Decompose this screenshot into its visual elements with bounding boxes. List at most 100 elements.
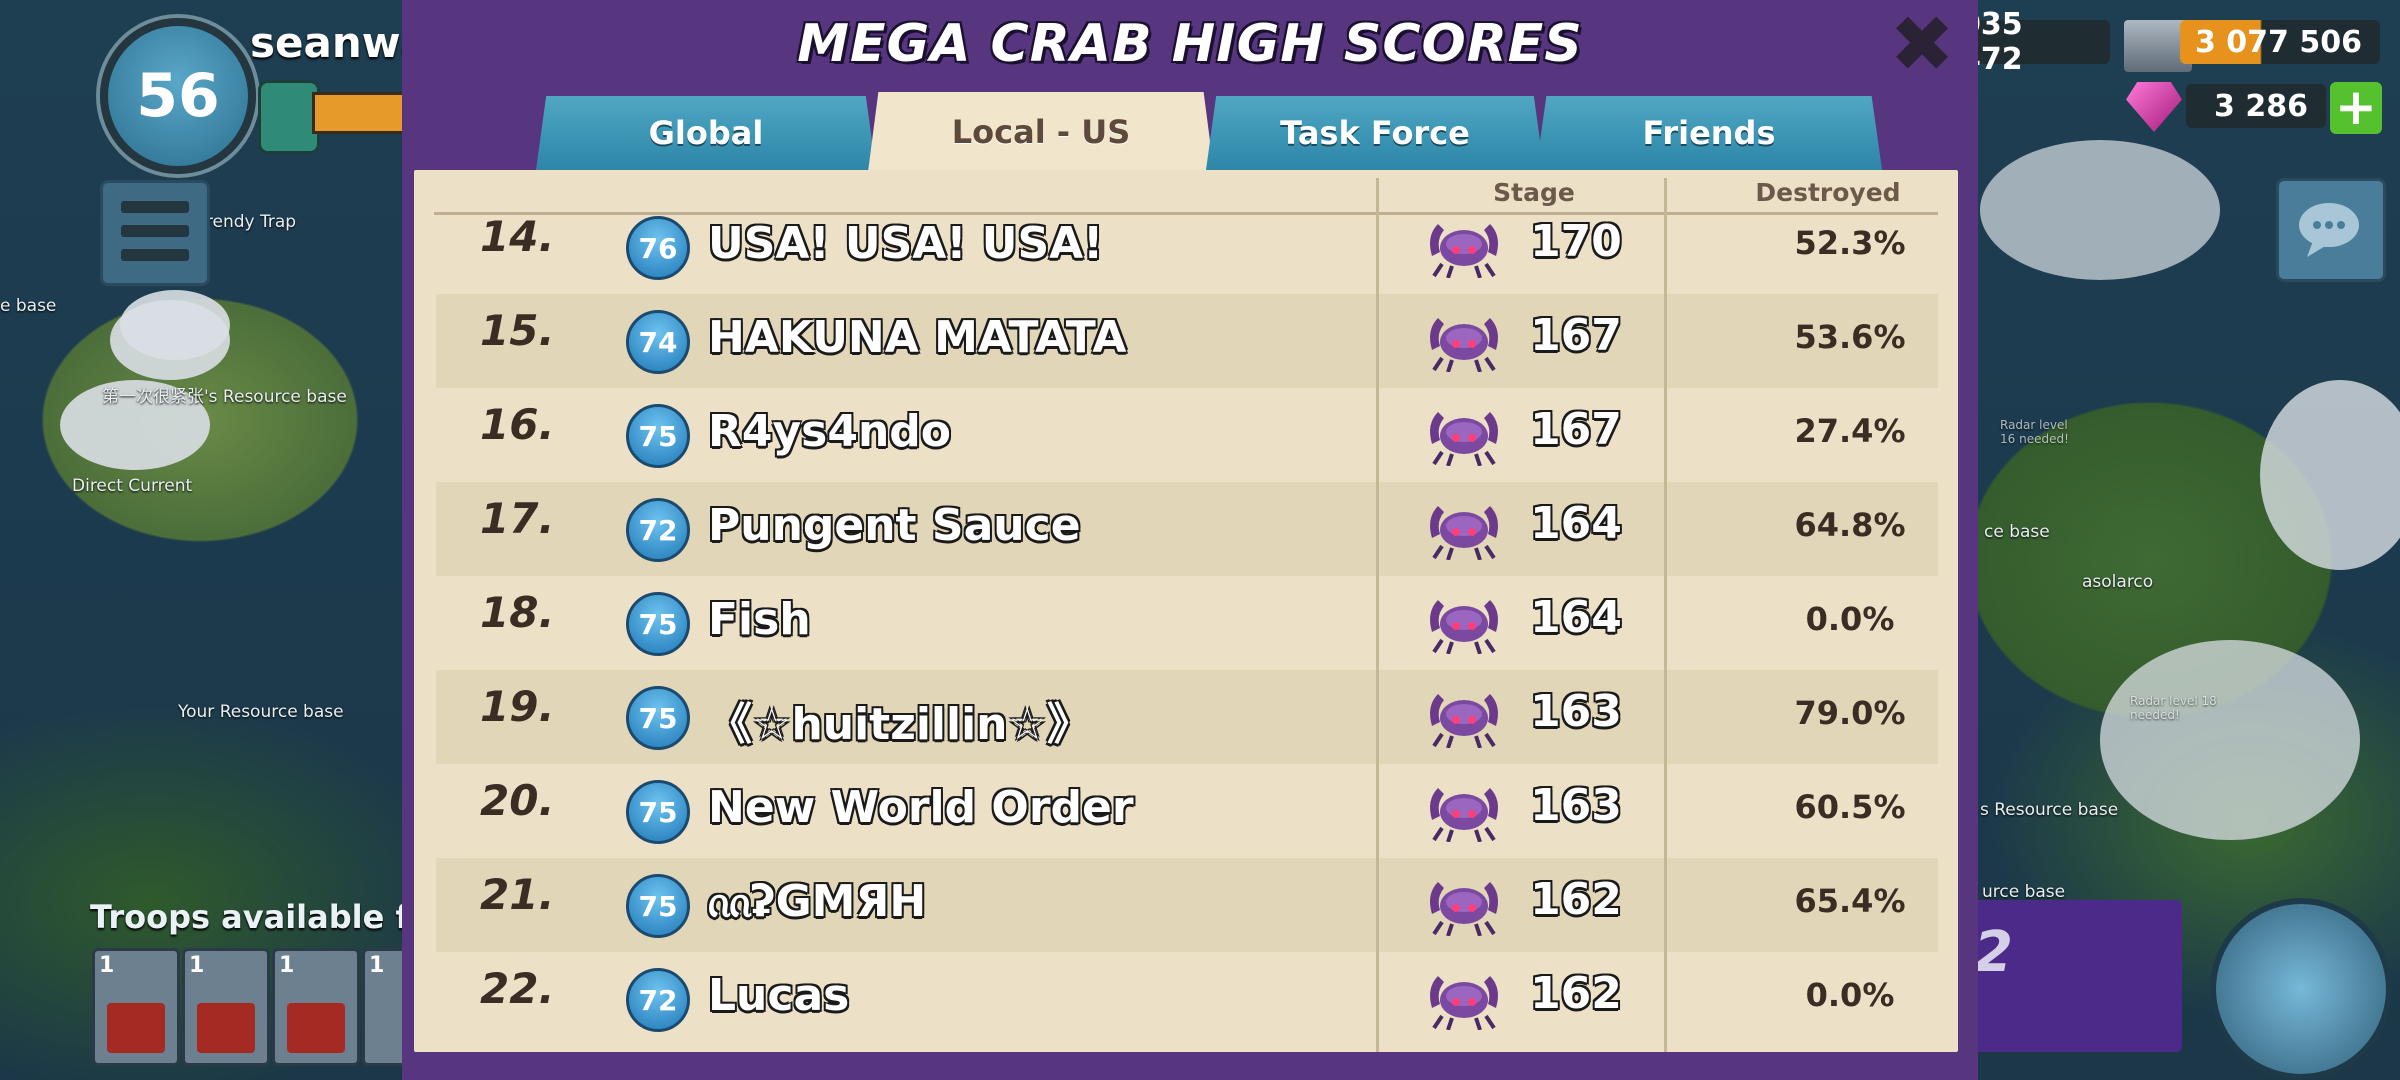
chat-bubble-icon [2299,203,2359,257]
rank-number: 22. [480,964,555,1013]
leaderboard-row[interactable]: 14. 76 USA! USA! USA! 170 52.3% [436,200,1938,294]
troop-card[interactable]: 1 [182,948,270,1066]
modal-title: MEGA CRAB HIGH SCORES [797,14,1583,74]
stage-value: 164 [1530,592,1622,643]
rank-number: 15. [480,306,555,355]
player-level-badge: 75 [626,686,690,750]
map-base-label[interactable]: asolarco [2082,572,2153,592]
troop-count: 1 [189,953,205,978]
destroyed-percent: 27.4% [1794,412,1906,450]
high-scores-modal: MEGA CRAB HIGH SCORES ✖ Global Local - U… [402,0,1978,1080]
mega-crab-icon [1430,976,1498,1030]
troop-count: 1 [369,953,385,978]
leaderboard-row[interactable]: 22. 72 Lucas 162 0.0% [436,952,1938,1046]
hamburger-line [121,225,189,237]
column-divider [1376,178,1379,1052]
player-name: HAKUNA MATATA [708,312,1127,363]
mega-crab-icon [1430,318,1498,372]
player-name: Fish [708,594,811,645]
map-base-label[interactable]: urce base [1982,882,2065,902]
stage-value: 167 [1530,310,1622,361]
leaderboard-row[interactable]: 21. 75 ᦶʡGMЯH 162 65.4% [436,858,1938,952]
map-base-label[interactable]: Your Resource base [178,702,344,722]
leaderboard-row[interactable]: 20. 75 New World Order 163 60.5% [436,764,1938,858]
stage-value: 164 [1530,498,1622,549]
troop-count: 1 [279,953,295,978]
cloud [120,290,230,360]
menu-button[interactable] [100,180,210,286]
rank-number: 18. [480,588,555,637]
side-panel[interactable]: 2 [1966,900,2182,1052]
player-level-badge: 75 [626,780,690,844]
mega-crab-icon [1430,788,1498,842]
player-level-badge: 75 [626,404,690,468]
diamond-resource-bar: 3 286 [2186,84,2326,128]
map-base-label[interactable]: ce base [1984,522,2050,542]
chat-button[interactable] [2276,178,2386,282]
gold-amount: 035 472 [1960,7,2023,77]
leaderboard-list[interactable]: 14. 76 USA! USA! USA! 170 52.3% 15. 74 H… [436,200,1938,1046]
tank-icon [287,1003,345,1053]
tab-friends[interactable]: Friends [1536,96,1882,170]
cloud [2100,640,2360,840]
wood-amount: 3 077 506 [2194,24,2362,60]
map-base-label[interactable]: 第一次很紧张's Resource base [102,382,347,407]
stage-value: 170 [1530,216,1622,267]
buy-diamonds-button[interactable]: + [2330,82,2382,134]
xp-bar [312,92,408,134]
map-base-label[interactable]: Trendy Trap [198,212,296,232]
column-divider [1664,178,1667,1052]
player-name: 《☆huitzillin☆》 [708,699,1091,750]
troops-available-label: Troops available fo [90,898,432,936]
troop-count: 1 [99,953,115,978]
rank-number: 17. [480,494,555,543]
leaderboard-row[interactable]: 15. 74 HAKUNA MATATA 167 53.6% [436,294,1938,388]
cloud [2260,380,2400,570]
tank-icon [107,1003,165,1053]
destroyed-percent: 60.5% [1794,788,1906,826]
rank-number: 21. [480,870,555,919]
tab-task-force[interactable]: Task Force [1206,96,1544,170]
player-name: Pungent Sauce [708,500,1081,551]
destroyed-percent: 0.0% [1805,976,1895,1014]
stage-value: 162 [1530,874,1622,925]
rank-number: 19. [480,682,555,731]
stage-value: 163 [1530,780,1622,831]
close-icon[interactable]: ✖ [1882,6,1962,84]
player-name: R4ys4ndo [708,406,952,457]
rank-chevron-icon[interactable] [258,80,320,154]
wood-resource-bar: 3 077 506 [2180,20,2380,64]
leaderboard-row[interactable]: 16. 75 R4ys4ndo 167 27.4% [436,388,1938,482]
map-base-label[interactable]: s Resource base [1980,800,2118,820]
radar-requirement-label: Radar level 18 needed! [2130,694,2217,722]
player-level-badge: 76 [626,216,690,280]
mega-crab-icon [1430,412,1498,466]
diamond-amount: 3 286 [2214,88,2308,124]
leaderboard-row[interactable]: 17. 72 Pungent Sauce 164 64.8% [436,482,1938,576]
side-panel-number: 2 [1974,920,2013,985]
player-level-badge: 74 [626,310,690,374]
tab-global[interactable]: Global [536,96,876,170]
headquarters-button[interactable] [2210,898,2392,1080]
player-name: New World Order [708,782,1134,833]
leaderboard-row[interactable]: 19. 75 《☆huitzillin☆》 163 79.0% [436,670,1938,764]
troop-card[interactable]: 1 [272,948,360,1066]
mega-crab-icon [1430,506,1498,560]
player-level-badge: 72 [626,968,690,1032]
mega-crab-icon [1430,694,1498,748]
map-base-label[interactable]: e base [0,296,56,316]
rank-number: 14. [480,212,555,261]
stage-value: 163 [1530,686,1622,737]
mega-crab-icon [1430,600,1498,654]
player-name: USA! USA! USA! [708,218,1104,269]
cloud [1980,140,2220,280]
troop-card[interactable]: 1 [92,948,180,1066]
mega-crab-icon [1430,882,1498,936]
leaderboard-row[interactable]: 18. 75 Fish 164 0.0% [436,576,1938,670]
tab-local-us[interactable]: Local - US [868,92,1214,172]
player-level-badge: 75 [626,874,690,938]
map-base-label[interactable]: Direct Current [72,476,192,496]
leaderboard-board: Stage Destroyed 14. 76 USA! USA! USA! 17… [414,170,1958,1052]
player-level-badge[interactable]: 56 [100,18,256,174]
destroyed-percent: 64.8% [1794,506,1906,544]
